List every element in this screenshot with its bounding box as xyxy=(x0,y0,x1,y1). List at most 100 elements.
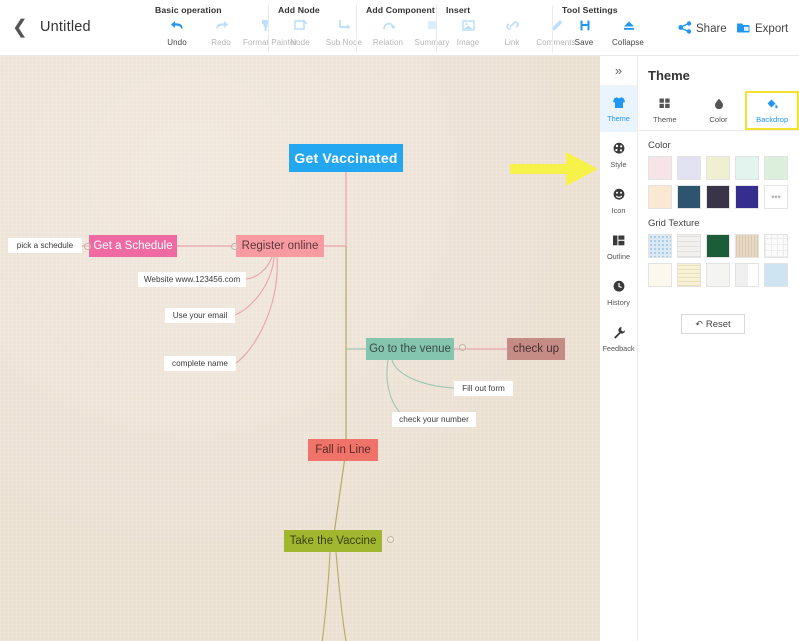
group-title: Add Node xyxy=(278,5,320,15)
mindmap-node-root[interactable]: Get Vaccinated xyxy=(289,144,403,172)
sidebar-item-history[interactable]: History xyxy=(600,270,637,316)
mindmap-node-checknum[interactable]: check your number xyxy=(392,412,476,427)
mindmap-node-fillform[interactable]: Fill out form xyxy=(454,381,513,396)
mindmap-node-email[interactable]: Use your email xyxy=(165,308,235,323)
grid-texture-swatch-4[interactable] xyxy=(764,234,788,258)
sidebar-item-label: History xyxy=(607,297,630,307)
grid-texture-swatch-7[interactable] xyxy=(706,263,730,287)
insert-link-label: Link xyxy=(504,38,520,47)
color-swatch-1[interactable] xyxy=(677,156,701,180)
mindmap-node-cname[interactable]: complete name xyxy=(164,356,236,371)
sidebar-item-outline[interactable]: Outline xyxy=(600,224,637,270)
collapse-toggle-takevacc[interactable] xyxy=(387,536,394,543)
mindmap-node-fallline[interactable]: Fall in Line xyxy=(308,439,378,461)
more-colors-button[interactable]: ••• xyxy=(764,185,788,209)
panel-tabs: Theme Color Backdrop xyxy=(638,91,799,131)
add-node-button[interactable]: Node xyxy=(278,17,322,47)
arrow-right-annotation xyxy=(508,148,600,195)
color-swatch-6[interactable] xyxy=(677,185,701,209)
mindmap-node-venue[interactable]: Go to the venue xyxy=(366,338,454,360)
color-swatch-4[interactable] xyxy=(764,156,788,180)
mindmap-node-label: pick a schedule xyxy=(16,241,74,250)
export-folder-icon xyxy=(736,21,751,37)
relation-button[interactable]: Relation xyxy=(366,17,410,47)
save-button[interactable]: Save xyxy=(562,17,606,47)
paint-bucket-icon xyxy=(766,98,779,113)
outline-icon xyxy=(612,234,626,250)
share-button[interactable]: Share xyxy=(678,19,727,39)
tab-theme[interactable]: Theme xyxy=(638,91,692,130)
collapse-label: Collapse xyxy=(612,38,644,47)
mindmap-node-label: Get Vaccinated xyxy=(294,150,398,166)
sidebar-item-style[interactable]: Style xyxy=(600,132,637,178)
mindmap-node-label: Get a Schedule xyxy=(93,240,173,252)
color-swatch-5[interactable] xyxy=(648,185,672,209)
grid-texture-swatch-8[interactable] xyxy=(735,263,759,287)
collapse-button[interactable]: Collapse xyxy=(606,17,650,47)
tshirt-icon xyxy=(612,96,626,112)
tab-backdrop[interactable]: Backdrop xyxy=(745,91,799,130)
redo-label: Redo xyxy=(211,38,231,47)
mindmap-node-website[interactable]: Website www.123456.com xyxy=(138,272,246,287)
sidebar-item-feedback[interactable]: Feedback xyxy=(600,316,637,362)
mindmap-canvas[interactable]: Get Vaccinated Register online Get a Sched… xyxy=(0,56,638,641)
mindmap-node-pickschd[interactable]: pick a schedule xyxy=(8,238,82,253)
mindmap-node-label: complete name xyxy=(172,359,228,368)
toolbar-group-tool-settings: Tool Settings Save Collapse xyxy=(552,5,650,53)
tab-color[interactable]: Color xyxy=(692,91,746,130)
toolbar-group-basic-operation: Basic operation Undo Redo Format Painter xyxy=(146,5,297,53)
insert-image-label: Image xyxy=(456,38,480,47)
floppy-save-icon xyxy=(562,18,606,36)
sidebar-item-theme[interactable]: Theme xyxy=(600,86,637,132)
color-swatch-grid: ••• xyxy=(638,156,799,209)
sidebar-item-icon[interactable]: Icon xyxy=(600,178,637,224)
mindmap-node-label: Fall in Line xyxy=(315,444,371,456)
panel-title: Theme xyxy=(648,68,690,83)
insert-link-button[interactable]: Link xyxy=(490,17,534,47)
tab-color-label: Color xyxy=(709,114,728,124)
sidebar-item-label: Feedback xyxy=(602,343,635,353)
wrench-icon xyxy=(612,326,626,342)
color-swatch-2[interactable] xyxy=(706,156,730,180)
grid-texture-swatch-1[interactable] xyxy=(677,234,701,258)
mindmap-node-register[interactable]: Register online xyxy=(236,235,324,257)
color-swatch-0[interactable] xyxy=(648,156,672,180)
export-button[interactable]: Export xyxy=(736,19,788,39)
color-section-label: Color xyxy=(648,140,671,151)
undo-arrow-icon xyxy=(155,18,199,36)
collapse-toggle-register[interactable] xyxy=(231,243,238,250)
chevron-double-right-icon[interactable]: » xyxy=(600,56,637,86)
mindmap-node-schedule[interactable]: Get a Schedule xyxy=(89,235,177,257)
reset-button[interactable]: ↶ Reset xyxy=(681,314,745,334)
undo-button[interactable]: Undo xyxy=(155,17,199,47)
undo-reset-icon: ↶ xyxy=(695,318,703,329)
grid-texture-swatch-grid xyxy=(638,234,799,287)
mindmap-node-takevacc[interactable]: Take the Vaccine xyxy=(284,530,382,552)
collapse-toggle-schedule[interactable] xyxy=(84,243,91,250)
grid-texture-swatch-6[interactable] xyxy=(677,263,701,287)
color-swatch-8[interactable] xyxy=(735,185,759,209)
mindmap-node-label: check up xyxy=(512,343,560,355)
mindmap-node-label: Register online xyxy=(241,240,319,252)
grid-texture-swatch-5[interactable] xyxy=(648,263,672,287)
grid-texture-swatch-3[interactable] xyxy=(735,234,759,258)
add-node-icon xyxy=(278,18,322,36)
insert-image-button[interactable]: Image xyxy=(446,17,490,47)
mindmap-node-checkup[interactable]: check up xyxy=(507,338,565,360)
sidebar-item-label: Theme xyxy=(607,113,630,123)
undo-label: Undo xyxy=(167,38,187,47)
back-icon[interactable]: ❮ xyxy=(10,18,30,38)
redo-button[interactable]: Redo xyxy=(199,17,243,47)
mindmap-node-label: Use your email xyxy=(172,311,228,320)
link-icon xyxy=(490,18,534,36)
add-node-label: Node xyxy=(290,38,310,47)
grid-texture-swatch-2[interactable] xyxy=(706,234,730,258)
color-swatch-3[interactable] xyxy=(735,156,759,180)
grid-texture-swatch-9[interactable] xyxy=(764,263,788,287)
save-label: Save xyxy=(574,38,594,47)
color-swatch-7[interactable] xyxy=(706,185,730,209)
color-drop-icon xyxy=(713,98,725,113)
collapse-toggle-venue[interactable] xyxy=(459,344,466,351)
document-title[interactable]: Untitled xyxy=(40,19,91,35)
grid-texture-swatch-0[interactable] xyxy=(648,234,672,258)
